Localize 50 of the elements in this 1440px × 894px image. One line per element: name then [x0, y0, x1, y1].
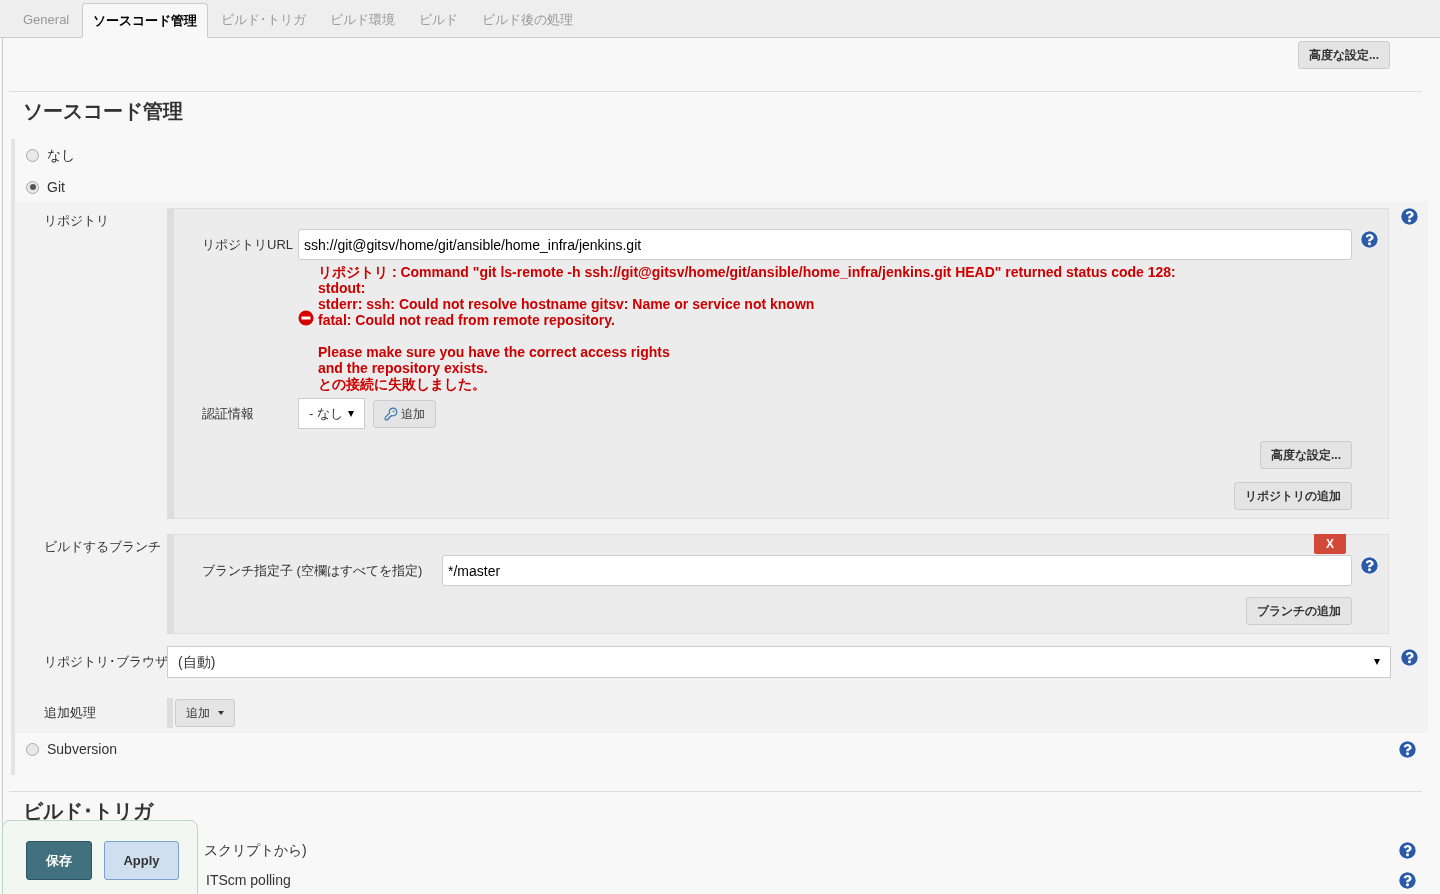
radio-button[interactable] [26, 180, 39, 194]
checkbox-label: スクリプトから) [204, 840, 307, 860]
button[interactable]: 高度な設定... [1260, 441, 1352, 469]
help-icon[interactable] [1401, 208, 1418, 225]
apply-button[interactable]: Apply [104, 841, 179, 880]
help-icon[interactable] [1361, 557, 1378, 574]
tab[interactable]: ソースコード管理 [82, 3, 209, 38]
error-message: リポジトリ : Command "git ls-remote -h ssh://git@gitsv/home/git/ansible/home_infra/jenkins.git HEAD" returned status code 128: [318, 264, 1176, 280]
radio-label: Subversion [47, 739, 118, 759]
add-dropdown-button[interactable]: 追加 [175, 699, 235, 727]
key-icon [384, 406, 398, 421]
error-message: stdout: [318, 280, 367, 296]
help-icon[interactable] [1401, 648, 1418, 666]
button[interactable]: ブランチの追加 [1246, 597, 1352, 625]
help-icon[interactable] [1399, 740, 1416, 758]
branch-field[interactable]: */master [442, 555, 1352, 586]
error-message: Please make sure you have the correct access rights [318, 344, 671, 360]
caret-icon [1374, 659, 1380, 665]
error-message: and the repository exists. [318, 360, 489, 376]
help-icon[interactable] [1399, 841, 1416, 859]
radio-button[interactable] [26, 148, 39, 162]
add-button[interactable]: 追加 [373, 399, 436, 428]
save-button[interactable]: 保存 [26, 841, 92, 880]
radio-button[interactable] [26, 742, 39, 756]
section-heading: ビルド･トリガ [23, 799, 155, 824]
caret-icon [218, 711, 224, 715]
field-label: ビルドするブランチ [43, 538, 162, 556]
error-message: fatal: Could not read from remote repository. [318, 312, 616, 328]
field-label: 追加処理 [43, 704, 97, 723]
field-label: ブランチ指定子 (空欄はすべてを指定) [202, 561, 424, 580]
url-field[interactable]: ssh://git@gitsv/home/git/ansible/home_infra/jenkins.git [298, 229, 1352, 260]
section-heading: ソースコード管理 [23, 99, 184, 124]
radio-label: なし [47, 145, 75, 165]
browser-select[interactable]: (自動) [167, 646, 1391, 678]
caret-icon [348, 410, 354, 417]
help-icon[interactable] [1361, 231, 1378, 248]
radio-label: Git [47, 177, 65, 197]
credentials-select[interactable]: - なし [298, 398, 365, 429]
button[interactable]: リポジトリの追加 [1234, 482, 1352, 510]
help-icon[interactable] [1399, 871, 1416, 889]
error-icon [298, 310, 314, 326]
error-message: との接続に失敗しました。 [318, 376, 487, 392]
field-label: 認証情報 [202, 404, 255, 423]
error-message: stderr: ssh: Could not resolve hostname gitsv: Name or service not known [318, 296, 816, 312]
delete-button[interactable]: X [1314, 534, 1346, 554]
field-label: リポジトリ [43, 212, 110, 230]
field-label: リポジトリ･ブラウザ [43, 653, 167, 672]
checkbox-label: ITScm polling [206, 870, 291, 890]
button[interactable]: 高度な設定... [1298, 41, 1390, 69]
field-label: リポジトリURL [202, 235, 294, 254]
